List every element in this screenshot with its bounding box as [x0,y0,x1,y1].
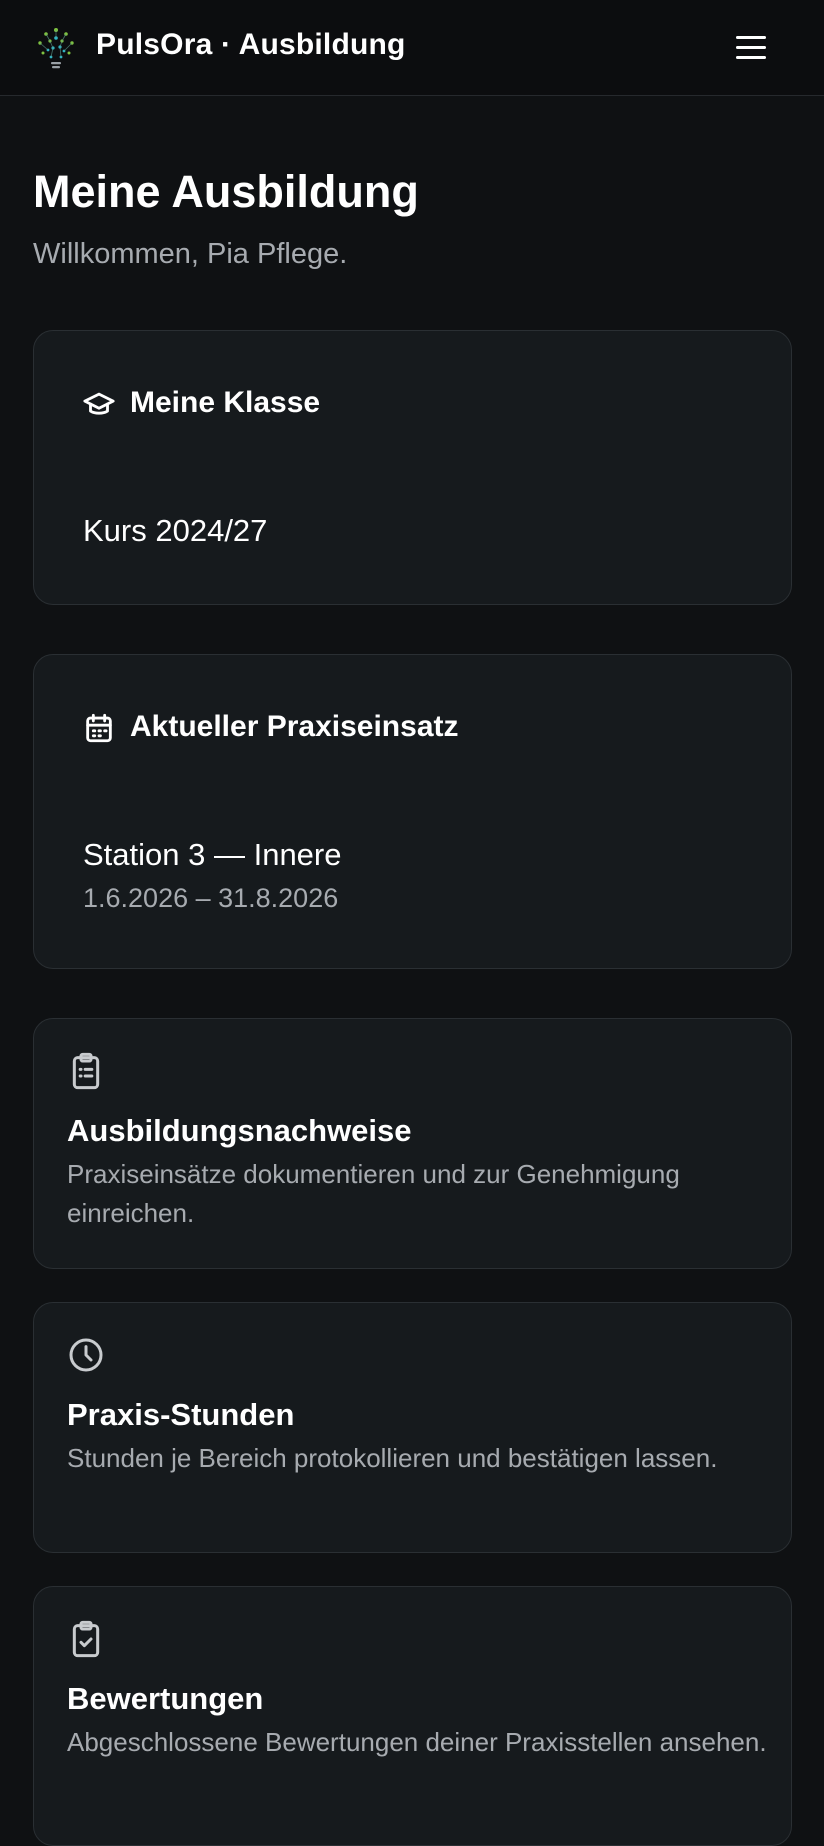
class-card-title: Meine Klasse [130,386,321,419]
feature-card-praxis-stunden[interactable]: Praxis-Stunden Stunden je Bereich protok… [33,1302,792,1553]
clipboard-list-icon [72,1052,100,1090]
hamburger-menu-icon[interactable] [732,30,772,66]
feature-card-ausbildungsnachweise[interactable]: Ausbildungsnachweise Praxiseinsätze doku… [33,1018,792,1269]
feature-description: Abgeschlossene Bewertungen deiner Praxis… [67,1727,767,1757]
calendar-icon [86,713,112,743]
feature-title: Bewertungen [67,1681,264,1716]
feature-card-bewertungen[interactable]: Bewertungen Abgeschlossene Bewertungen d… [33,1586,792,1846]
feature-description: Praxiseinsätze dokumentieren und zur Gen… [67,1159,680,1228]
placement-card: Aktueller Praxiseinsatz Station 3 — Inne… [33,654,792,969]
clipboard-check-icon [72,1620,100,1658]
placement-dates: 1.6.2026 – 31.8.2026 [83,883,339,913]
class-name: Kurs 2024/27 [83,513,268,548]
lightbulb-network-logo[interactable] [34,26,78,72]
feature-description: Stunden je Bereich protokollieren und be… [67,1443,718,1473]
feature-title: Ausbildungsnachweise [67,1113,412,1148]
placement-card-title: Aktueller Praxiseinsatz [130,710,459,743]
placement-station: Station 3 — Innere [83,837,342,872]
app-title[interactable]: PulsOra · Ausbildung [96,28,406,62]
clock-icon [69,1338,103,1372]
class-card: Meine Klasse Kurs 2024/27 [33,330,792,605]
top-bar: PulsOra · Ausbildung [0,0,824,96]
page-title: Meine Ausbildung [33,166,419,217]
graduation-cap-icon [83,392,115,415]
welcome-text: Willkommen, Pia Pflege. [33,238,348,270]
feature-title: Praxis-Stunden [67,1397,295,1432]
